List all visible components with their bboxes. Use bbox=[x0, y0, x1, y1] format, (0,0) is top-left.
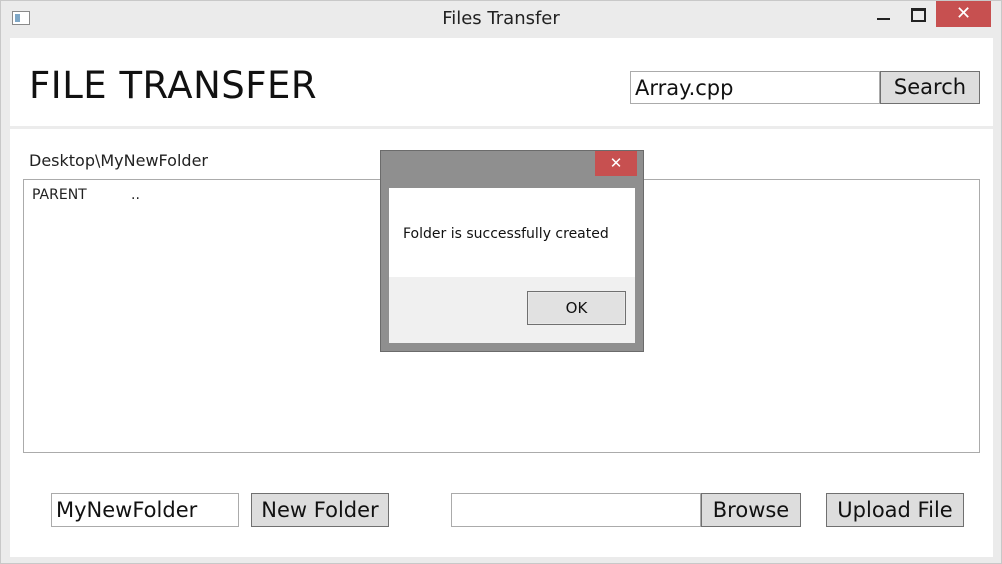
browse-button[interactable]: Browse bbox=[701, 493, 801, 527]
page-title: FILE TRANSFER bbox=[29, 64, 318, 107]
new-folder-button[interactable]: New Folder bbox=[251, 493, 389, 527]
search-input[interactable]: Array.cpp bbox=[630, 71, 880, 104]
main-window: Files Transfer ✕ FILE TRANSFER Array.cpp… bbox=[0, 0, 1002, 564]
folder-name-input[interactable]: MyNewFolder bbox=[51, 493, 239, 527]
dialog-message: Folder is successfully created bbox=[403, 226, 609, 242]
header-panel: FILE TRANSFER Array.cpp Search bbox=[10, 38, 993, 129]
minimize-button[interactable] bbox=[867, 1, 901, 27]
dialog-footer: OK bbox=[389, 277, 635, 343]
file-path-input[interactable] bbox=[451, 493, 701, 527]
item-name: PARENT bbox=[32, 187, 87, 203]
upload-file-button[interactable]: Upload File bbox=[826, 493, 964, 527]
maximize-button[interactable] bbox=[901, 1, 935, 27]
ok-button[interactable]: OK bbox=[527, 291, 626, 325]
current-path-label: Desktop\MyNewFolder bbox=[29, 151, 208, 170]
search-button[interactable]: Search bbox=[880, 71, 980, 104]
dialog-body: Folder is successfully created bbox=[389, 188, 635, 277]
item-path: .. bbox=[131, 187, 140, 203]
close-button[interactable]: ✕ bbox=[936, 1, 991, 27]
dialog-close-button[interactable]: ✕ bbox=[595, 151, 637, 176]
title-bar[interactable]: Files Transfer ✕ bbox=[1, 1, 1001, 37]
message-dialog: ✕ Folder is successfully created OK bbox=[380, 150, 644, 352]
window-title: Files Transfer bbox=[442, 8, 560, 29]
